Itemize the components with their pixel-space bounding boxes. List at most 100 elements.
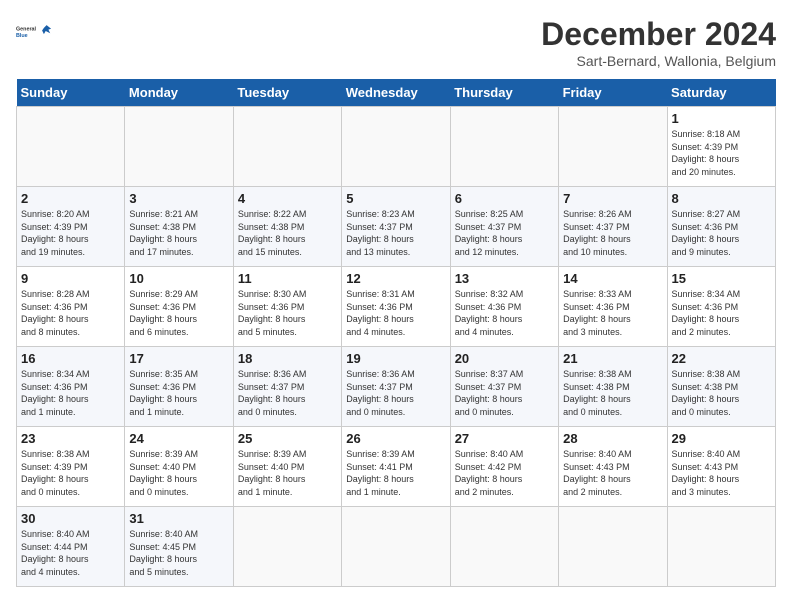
calendar-cell: 31 Sunrise: 8:40 AM Sunset: 4:45 PM Dayli… <box>125 507 233 587</box>
calendar-cell: 10Sunrise: 8:29 AM Sunset: 4:36 PM Dayli… <box>125 267 233 347</box>
day-header-thursday: Thursday <box>450 79 558 107</box>
day-number: 26 <box>346 431 445 446</box>
calendar-cell <box>450 107 558 187</box>
day-number: 5 <box>346 191 445 206</box>
calendar-cell <box>667 507 775 587</box>
day-number: 18 <box>238 351 337 366</box>
calendar-cell: 1 Sunrise: 8:18 AM Sunset: 4:39 PM Daylig… <box>667 107 775 187</box>
day-number: 27 <box>455 431 554 446</box>
day-info: Sunrise: 8:40 AM Sunset: 4:44 PM Dayligh… <box>21 528 120 578</box>
day-info: Sunrise: 8:33 AM Sunset: 4:36 PM Dayligh… <box>563 288 662 338</box>
day-number: 19 <box>346 351 445 366</box>
day-info: Sunrise: 8:26 AM Sunset: 4:37 PM Dayligh… <box>563 208 662 258</box>
logo-icon: GeneralBlue <box>16 16 52 46</box>
day-number: 24 <box>129 431 228 446</box>
day-header-friday: Friday <box>559 79 667 107</box>
svg-text:Blue: Blue <box>16 33 28 39</box>
calendar-cell: 5 Sunrise: 8:23 AM Sunset: 4:37 PM Daylig… <box>342 187 450 267</box>
day-info: Sunrise: 8:37 AM Sunset: 4:37 PM Dayligh… <box>455 368 554 418</box>
day-number: 23 <box>21 431 120 446</box>
calendar-cell: 22Sunrise: 8:38 AM Sunset: 4:38 PM Dayli… <box>667 347 775 427</box>
calendar-cell <box>559 107 667 187</box>
day-info: Sunrise: 8:40 AM Sunset: 4:43 PM Dayligh… <box>563 448 662 498</box>
day-header-monday: Monday <box>125 79 233 107</box>
day-info: Sunrise: 8:27 AM Sunset: 4:36 PM Dayligh… <box>672 208 771 258</box>
day-info: Sunrise: 8:28 AM Sunset: 4:36 PM Dayligh… <box>21 288 120 338</box>
day-header-wednesday: Wednesday <box>342 79 450 107</box>
day-info: Sunrise: 8:22 AM Sunset: 4:38 PM Dayligh… <box>238 208 337 258</box>
calendar-cell <box>342 107 450 187</box>
day-info: Sunrise: 8:38 AM Sunset: 4:39 PM Dayligh… <box>21 448 120 498</box>
day-info: Sunrise: 8:31 AM Sunset: 4:36 PM Dayligh… <box>346 288 445 338</box>
calendar-cell: 19 Sunrise: 8:36 AM Sunset: 4:37 PM Dayli… <box>342 347 450 427</box>
day-info: Sunrise: 8:34 AM Sunset: 4:36 PM Dayligh… <box>672 288 771 338</box>
calendar-cell: 21 Sunrise: 8:38 AM Sunset: 4:38 PM Dayli… <box>559 347 667 427</box>
day-number: 17 <box>129 351 228 366</box>
day-info: Sunrise: 8:32 AM Sunset: 4:36 PM Dayligh… <box>455 288 554 338</box>
calendar-cell: 16Sunrise: 8:34 AM Sunset: 4:36 PM Dayli… <box>17 347 125 427</box>
day-info: Sunrise: 8:21 AM Sunset: 4:38 PM Dayligh… <box>129 208 228 258</box>
calendar-header-row: SundayMondayTuesdayWednesdayThursdayFrid… <box>17 79 776 107</box>
calendar-cell: 14Sunrise: 8:33 AM Sunset: 4:36 PM Dayli… <box>559 267 667 347</box>
calendar-table: SundayMondayTuesdayWednesdayThursdayFrid… <box>16 79 776 587</box>
day-number: 20 <box>455 351 554 366</box>
calendar-week-row: 9 Sunrise: 8:28 AM Sunset: 4:36 PM Daylig… <box>17 267 776 347</box>
day-number: 16 <box>21 351 120 366</box>
calendar-cell <box>559 507 667 587</box>
day-number: 29 <box>672 431 771 446</box>
calendar-cell <box>125 107 233 187</box>
day-header-sunday: Sunday <box>17 79 125 107</box>
calendar-cell: 3 Sunrise: 8:21 AM Sunset: 4:38 PM Daylig… <box>125 187 233 267</box>
day-info: Sunrise: 8:29 AM Sunset: 4:36 PM Dayligh… <box>129 288 228 338</box>
day-info: Sunrise: 8:38 AM Sunset: 4:38 PM Dayligh… <box>563 368 662 418</box>
day-number: 28 <box>563 431 662 446</box>
day-number: 30 <box>21 511 120 526</box>
day-info: Sunrise: 8:39 AM Sunset: 4:41 PM Dayligh… <box>346 448 445 498</box>
day-number: 2 <box>21 191 120 206</box>
day-number: 7 <box>563 191 662 206</box>
svg-text:General: General <box>16 27 37 33</box>
calendar-cell: 8Sunrise: 8:27 AM Sunset: 4:36 PM Daylig… <box>667 187 775 267</box>
calendar-cell: 2 Sunrise: 8:20 AM Sunset: 4:39 PM Daylig… <box>17 187 125 267</box>
day-info: Sunrise: 8:18 AM Sunset: 4:39 PM Dayligh… <box>672 128 771 178</box>
calendar-cell <box>450 507 558 587</box>
day-info: Sunrise: 8:40 AM Sunset: 4:42 PM Dayligh… <box>455 448 554 498</box>
day-number: 21 <box>563 351 662 366</box>
calendar-week-row: 30 Sunrise: 8:40 AM Sunset: 4:44 PM Dayli… <box>17 507 776 587</box>
calendar-cell: 30 Sunrise: 8:40 AM Sunset: 4:44 PM Dayli… <box>17 507 125 587</box>
day-number: 4 <box>238 191 337 206</box>
day-info: Sunrise: 8:20 AM Sunset: 4:39 PM Dayligh… <box>21 208 120 258</box>
logo: GeneralBlue <box>16 16 52 46</box>
day-info: Sunrise: 8:36 AM Sunset: 4:37 PM Dayligh… <box>238 368 337 418</box>
calendar-cell <box>233 107 341 187</box>
calendar-cell: 6Sunrise: 8:25 AM Sunset: 4:37 PM Daylig… <box>450 187 558 267</box>
day-info: Sunrise: 8:40 AM Sunset: 4:45 PM Dayligh… <box>129 528 228 578</box>
calendar-cell: 11Sunrise: 8:30 AM Sunset: 4:36 PM Dayli… <box>233 267 341 347</box>
day-info: Sunrise: 8:36 AM Sunset: 4:37 PM Dayligh… <box>346 368 445 418</box>
calendar-cell: 24Sunrise: 8:39 AM Sunset: 4:40 PM Dayli… <box>125 427 233 507</box>
calendar-cell <box>233 507 341 587</box>
day-number: 1 <box>672 111 771 126</box>
day-number: 31 <box>129 511 228 526</box>
day-number: 12 <box>346 271 445 286</box>
calendar-cell: 13Sunrise: 8:32 AM Sunset: 4:36 PM Dayli… <box>450 267 558 347</box>
calendar-cell: 17 Sunrise: 8:35 AM Sunset: 4:36 PM Dayli… <box>125 347 233 427</box>
calendar-cell: 27 Sunrise: 8:40 AM Sunset: 4:42 PM Dayli… <box>450 427 558 507</box>
day-number: 9 <box>21 271 120 286</box>
calendar-cell: 26 Sunrise: 8:39 AM Sunset: 4:41 PM Dayli… <box>342 427 450 507</box>
day-info: Sunrise: 8:30 AM Sunset: 4:36 PM Dayligh… <box>238 288 337 338</box>
calendar-cell: 12 Sunrise: 8:31 AM Sunset: 4:36 PM Dayli… <box>342 267 450 347</box>
calendar-cell: 25Sunrise: 8:39 AM Sunset: 4:40 PM Dayli… <box>233 427 341 507</box>
day-number: 15 <box>672 271 771 286</box>
calendar-cell <box>342 507 450 587</box>
calendar-cell: 7 Sunrise: 8:26 AM Sunset: 4:37 PM Daylig… <box>559 187 667 267</box>
calendar-week-row: 16Sunrise: 8:34 AM Sunset: 4:36 PM Dayli… <box>17 347 776 427</box>
calendar-cell: 23 Sunrise: 8:38 AM Sunset: 4:39 PM Dayli… <box>17 427 125 507</box>
calendar-week-row: 2 Sunrise: 8:20 AM Sunset: 4:39 PM Daylig… <box>17 187 776 267</box>
day-info: Sunrise: 8:23 AM Sunset: 4:37 PM Dayligh… <box>346 208 445 258</box>
page-header: GeneralBlue December 2024 Sart-Bernard, … <box>16 16 776 69</box>
calendar-cell: 15 Sunrise: 8:34 AM Sunset: 4:36 PM Dayli… <box>667 267 775 347</box>
title-area: December 2024 Sart-Bernard, Wallonia, Be… <box>541 16 776 69</box>
day-info: Sunrise: 8:35 AM Sunset: 4:36 PM Dayligh… <box>129 368 228 418</box>
day-number: 3 <box>129 191 228 206</box>
